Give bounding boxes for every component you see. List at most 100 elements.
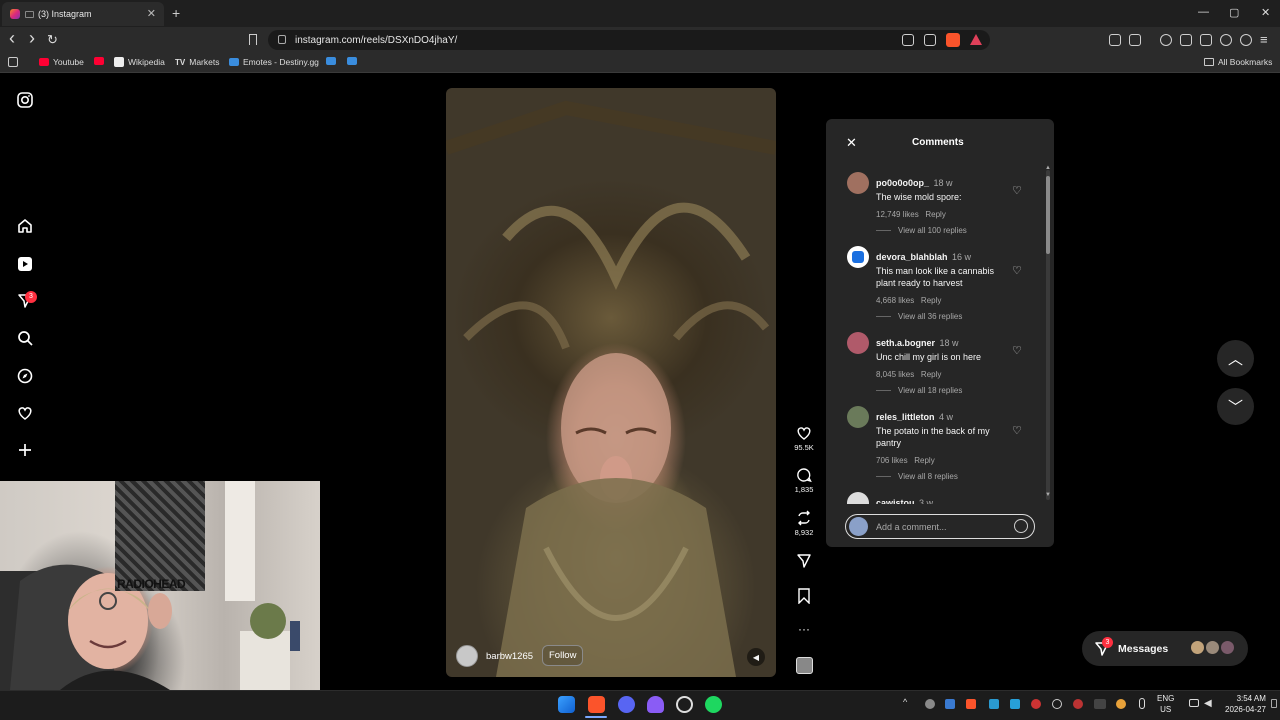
vpn-icon[interactable] bbox=[1240, 34, 1252, 46]
tab-audio-icon[interactable] bbox=[25, 10, 34, 18]
more-options-button[interactable]: ··· bbox=[786, 622, 822, 636]
microphone-icon[interactable] bbox=[1139, 698, 1145, 709]
system-clock[interactable]: 3:54 AM 2026-04-27 bbox=[1225, 693, 1266, 715]
bookmark-markets[interactable]: TV Markets bbox=[175, 57, 219, 67]
apps-grid-icon[interactable] bbox=[8, 57, 18, 67]
tray-app-icon[interactable] bbox=[925, 699, 935, 709]
language-indicator[interactable]: ENG US bbox=[1157, 693, 1174, 715]
explore-icon[interactable] bbox=[16, 367, 34, 385]
emoji-icon[interactable] bbox=[1014, 519, 1028, 533]
reload-button[interactable]: ↻ bbox=[47, 32, 58, 48]
avatar[interactable] bbox=[847, 492, 869, 504]
reel-username[interactable]: barbw1265 bbox=[486, 651, 533, 662]
create-icon[interactable] bbox=[16, 441, 34, 459]
comment-time[interactable]: 3 w bbox=[919, 498, 933, 504]
bookmark-youtube[interactable]: Youtube bbox=[39, 57, 84, 67]
spotify-icon[interactable] bbox=[705, 696, 722, 713]
instagram-logo-icon[interactable] bbox=[16, 91, 34, 109]
comment-username[interactable]: reles_littleton bbox=[876, 412, 935, 422]
scroll-down-arrow-icon[interactable]: ▼ bbox=[1045, 492, 1051, 498]
mute-toggle-icon[interactable]: ◀ bbox=[747, 648, 765, 666]
wallet-icon[interactable] bbox=[1200, 34, 1212, 46]
notifications-heart-icon[interactable] bbox=[16, 404, 34, 422]
comment-username[interactable]: po0o0o0op_ bbox=[876, 178, 929, 188]
bookmark-destiny-2[interactable] bbox=[326, 57, 336, 65]
comment-username[interactable]: seth.a.bogner bbox=[876, 338, 935, 348]
comment-action[interactable]: 1,835 bbox=[786, 467, 822, 494]
site-info-icon[interactable] bbox=[278, 35, 286, 44]
reply-button[interactable]: Reply bbox=[921, 370, 941, 379]
browser-tab[interactable]: (3) Instagram ✕ bbox=[2, 2, 164, 26]
comment-like-heart-icon[interactable]: ♡ bbox=[1012, 184, 1022, 197]
obs-studio-icon[interactable] bbox=[676, 696, 693, 713]
previous-reel-button[interactable]: ︿ bbox=[1217, 340, 1254, 377]
follow-button[interactable]: Follow bbox=[542, 645, 584, 666]
comment-username[interactable]: cawistou bbox=[876, 498, 915, 504]
menu-icon[interactable]: ≡ bbox=[1260, 32, 1268, 47]
brave-tray-icon[interactable] bbox=[966, 699, 976, 709]
comment-time[interactable]: 18 w bbox=[933, 178, 952, 188]
all-bookmarks[interactable]: All Bookmarks bbox=[1204, 57, 1272, 67]
leo-ai-icon[interactable] bbox=[1220, 34, 1232, 46]
reels-icon[interactable] bbox=[16, 255, 34, 273]
media-icon[interactable] bbox=[1160, 34, 1172, 46]
tray-app-icon[interactable] bbox=[1073, 699, 1083, 709]
share-paper-plane-icon[interactable] bbox=[795, 553, 813, 569]
bookmark-destiny-emotes[interactable]: Emotes - Destiny.gg bbox=[229, 57, 319, 67]
view-replies-button[interactable]: View all 36 replies bbox=[898, 312, 962, 321]
bookmark-destiny-3[interactable] bbox=[347, 57, 357, 65]
repost-action[interactable]: 8,932 bbox=[786, 510, 822, 537]
reply-button[interactable]: Reply bbox=[914, 456, 934, 465]
repost-icon[interactable] bbox=[795, 510, 813, 526]
minimize-button[interactable]: — bbox=[1198, 6, 1209, 18]
tray-app-icon[interactable] bbox=[1052, 699, 1062, 709]
comment-likes[interactable]: 8,045 likes bbox=[876, 370, 914, 379]
address-bar[interactable]: instagram.com/reels/DSXnDO4jhaY/ bbox=[268, 30, 990, 50]
audio-thumbnail[interactable] bbox=[796, 657, 813, 674]
bookmark-save-icon[interactable] bbox=[797, 588, 811, 605]
share-action[interactable] bbox=[786, 553, 822, 571]
screenshot-icon[interactable] bbox=[1129, 34, 1141, 46]
save-action[interactable] bbox=[786, 588, 822, 606]
tray-overflow-icon[interactable]: ^ bbox=[903, 697, 907, 707]
window-close-button[interactable]: ✕ bbox=[1261, 6, 1270, 19]
share-icon[interactable] bbox=[924, 34, 936, 46]
comment-like-heart-icon[interactable]: ♡ bbox=[1012, 264, 1022, 277]
tab-close-button[interactable]: ✕ bbox=[147, 7, 156, 20]
sidebar-toggle-icon[interactable] bbox=[1180, 34, 1192, 46]
view-replies-button[interactable]: View all 100 replies bbox=[898, 226, 967, 235]
maximize-button[interactable]: ▢ bbox=[1229, 6, 1239, 19]
like-heart-icon[interactable] bbox=[795, 425, 813, 441]
avatar[interactable] bbox=[456, 645, 478, 667]
forward-button[interactable]: › bbox=[29, 28, 35, 49]
bookmark-wikipedia[interactable]: Wikipedia bbox=[114, 57, 165, 67]
reel-video[interactable] bbox=[446, 88, 776, 677]
scroll-up-arrow-icon[interactable]: ▲ bbox=[1045, 165, 1051, 171]
like-action[interactable]: 95.5K bbox=[786, 425, 822, 452]
volume-icon[interactable]: ◀ bbox=[1204, 698, 1212, 709]
search-icon[interactable] bbox=[16, 329, 34, 347]
home-icon[interactable] bbox=[16, 217, 34, 235]
next-reel-button[interactable]: ﹀ bbox=[1217, 388, 1254, 425]
bookmark-youtube-2[interactable] bbox=[94, 57, 104, 65]
tray-app-icon[interactable] bbox=[1094, 699, 1106, 709]
steam-icon[interactable] bbox=[945, 699, 955, 709]
view-replies-button[interactable]: View all 8 replies bbox=[898, 472, 958, 481]
close-comments-button[interactable]: ✕ bbox=[846, 135, 857, 151]
discord-icon[interactable] bbox=[618, 696, 635, 713]
bookmark-page-icon[interactable] bbox=[249, 34, 257, 45]
network-icon[interactable] bbox=[1189, 699, 1199, 707]
brave-rewards-icon[interactable] bbox=[970, 34, 982, 45]
tray-app-icon[interactable] bbox=[1010, 699, 1020, 709]
comment-time[interactable]: 16 w bbox=[952, 252, 971, 262]
tray-app-icon[interactable] bbox=[1116, 699, 1126, 709]
avatar[interactable] bbox=[847, 246, 869, 268]
comment-bubble-icon[interactable] bbox=[795, 467, 813, 483]
extensions-icon[interactable] bbox=[1109, 34, 1121, 46]
cast-icon[interactable] bbox=[902, 34, 914, 46]
comment-like-heart-icon[interactable]: ♡ bbox=[1012, 344, 1022, 357]
new-tab-button[interactable]: + bbox=[172, 5, 180, 21]
notification-center-icon[interactable] bbox=[1271, 699, 1277, 708]
tray-app-icon[interactable] bbox=[989, 699, 999, 709]
comment-likes[interactable]: 706 likes bbox=[876, 456, 908, 465]
